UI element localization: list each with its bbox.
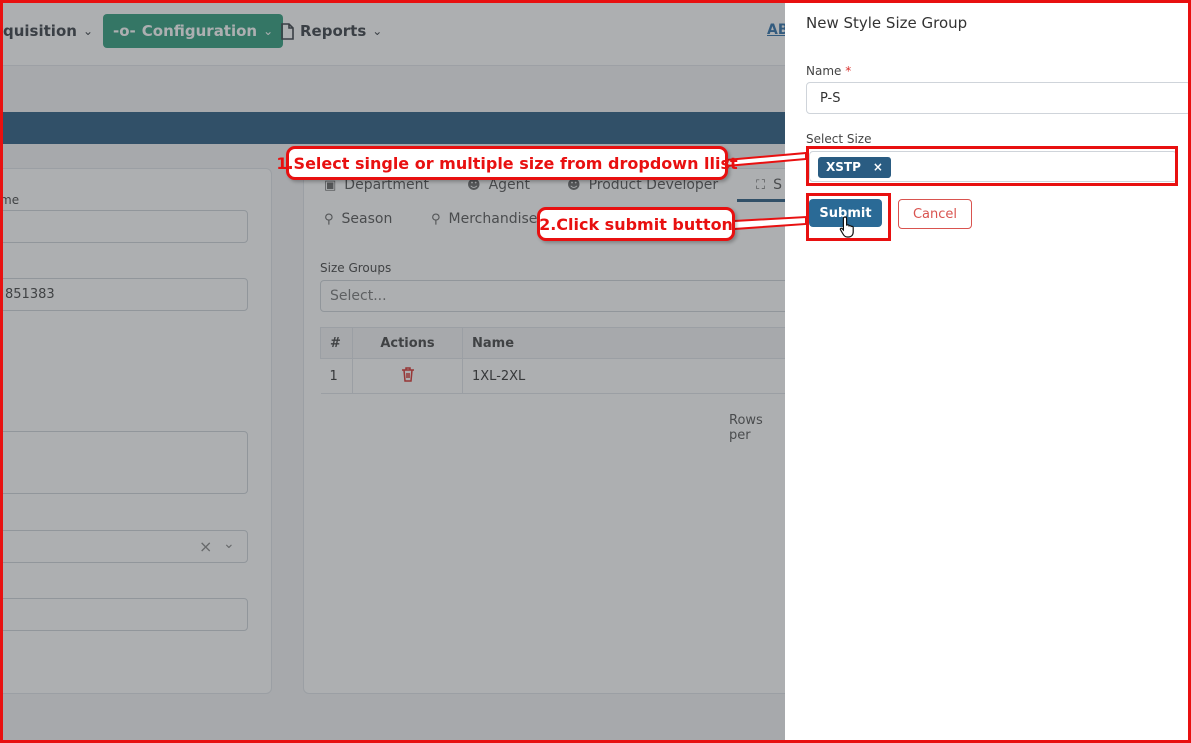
step2-callout: 2.Click submit button [537, 207, 735, 241]
step1-callout: 1.Select single or multiple size from dr… [276, 146, 738, 180]
submit-highlight-box [806, 193, 891, 241]
select-size-highlight-box [806, 146, 1178, 186]
screenshot-border [0, 0, 1191, 743]
